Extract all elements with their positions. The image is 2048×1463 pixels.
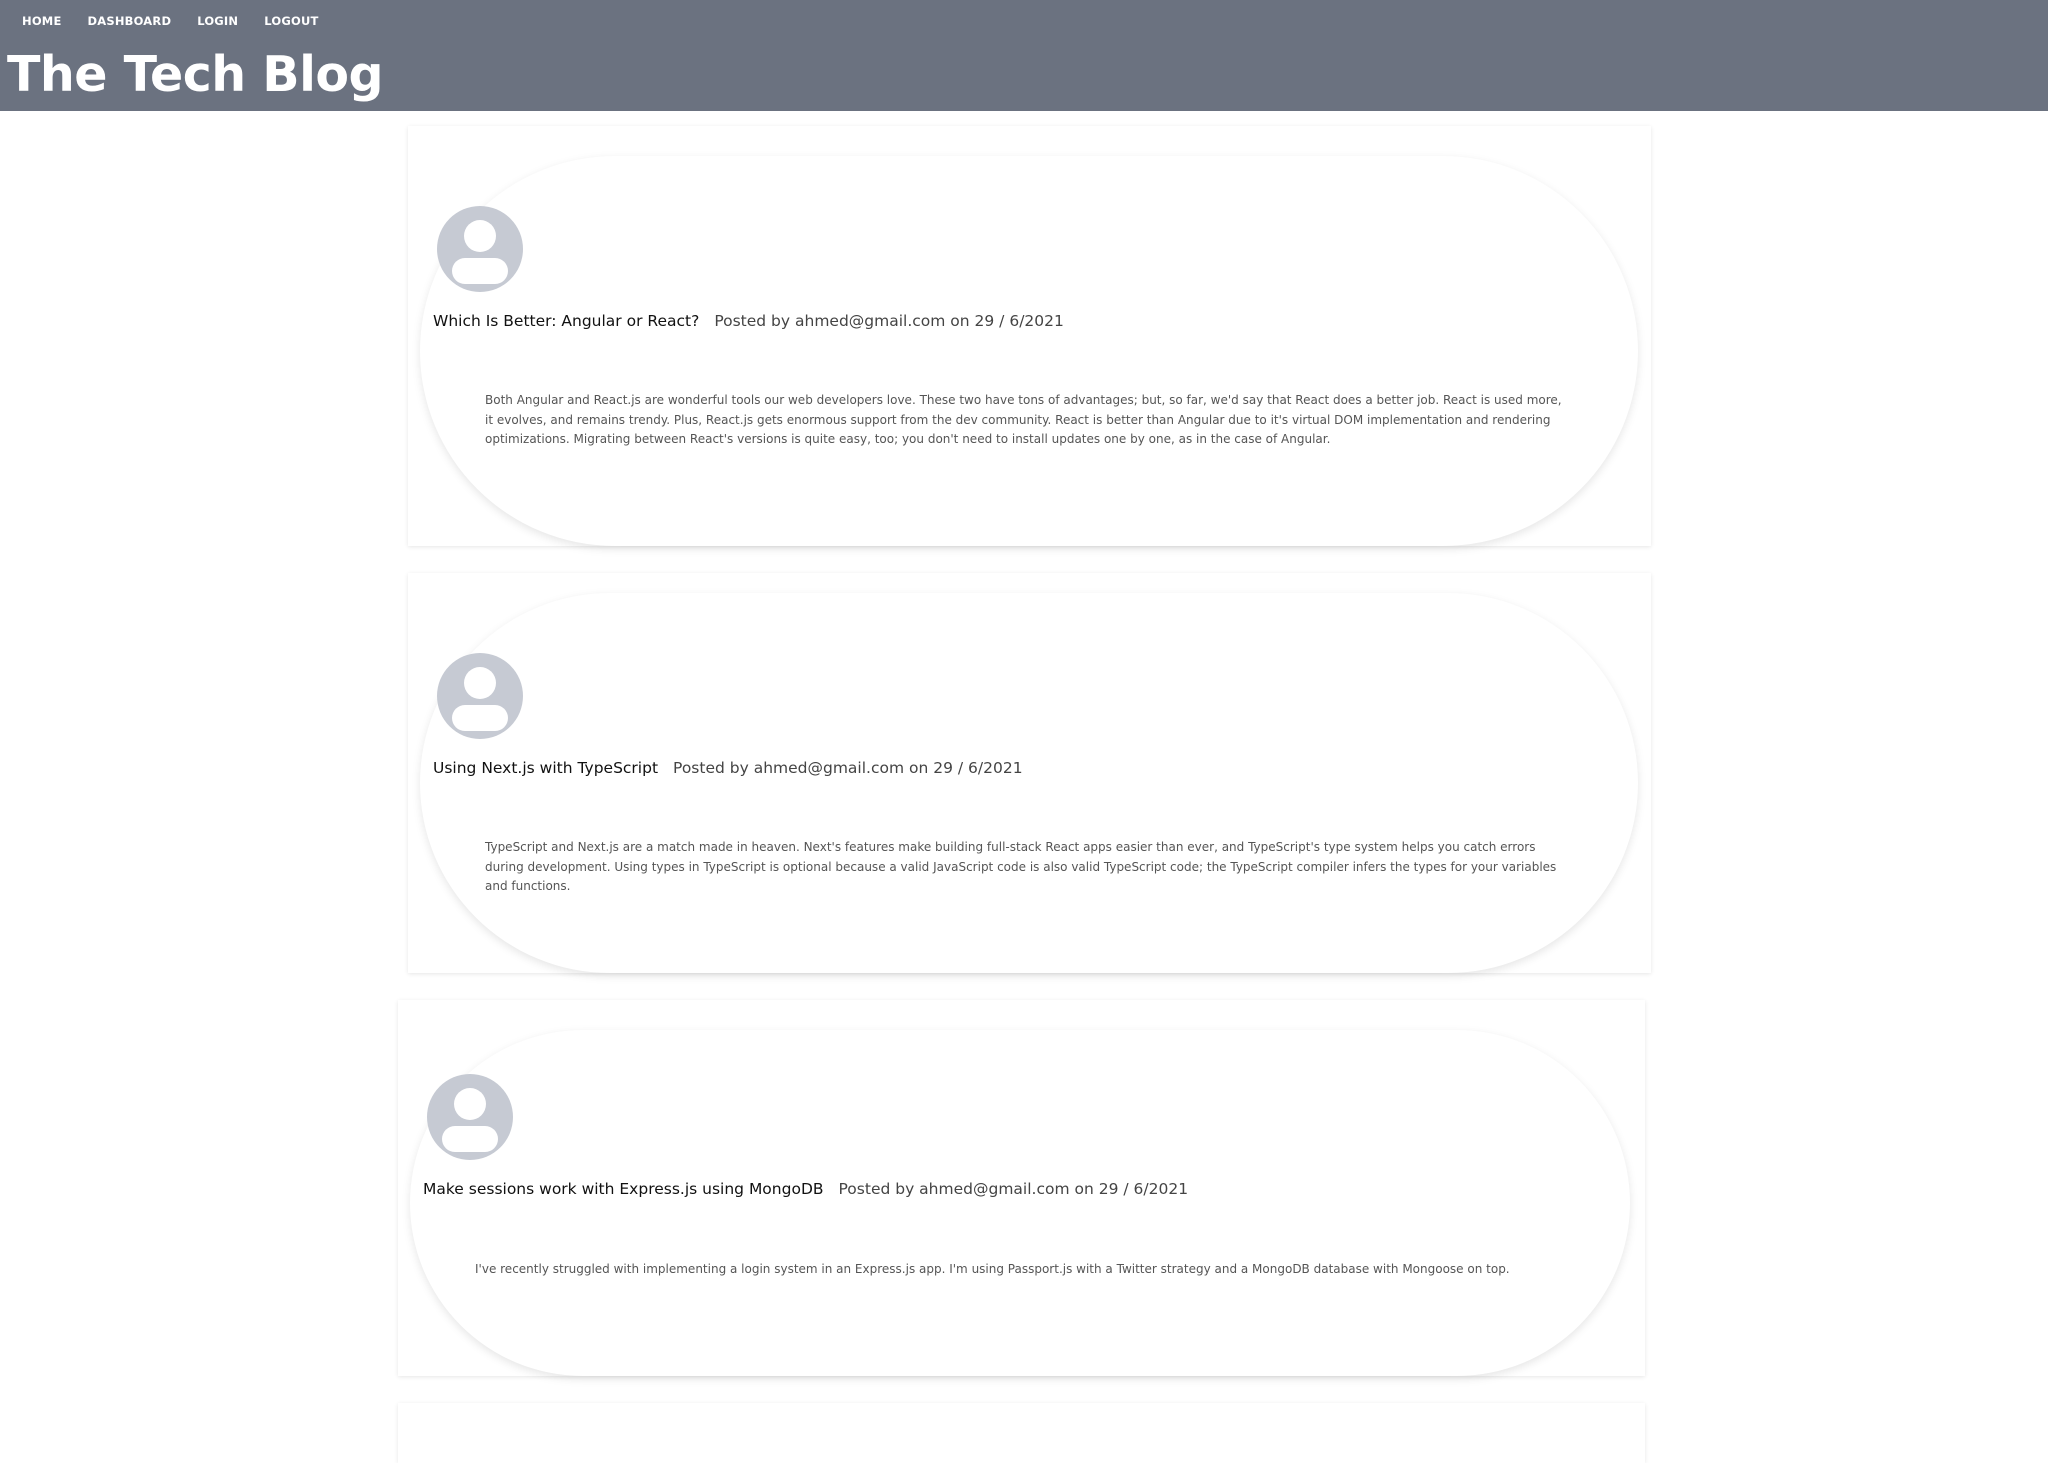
post-card[interactable] (398, 1403, 1645, 1463)
nav-login-link[interactable]: LOGIN (197, 14, 238, 28)
site-title: The Tech Blog (7, 46, 384, 103)
post-title[interactable]: Make sessions work with Express.js using… (423, 1180, 824, 1198)
post-card-bubble (420, 593, 1638, 973)
post-card[interactable]: Make sessions work with Express.js using… (398, 1000, 1645, 1376)
site-header: HOME DASHBOARD LOGIN LOGOUT The Tech Blo… (0, 0, 2048, 111)
post-card-bubble (420, 156, 1638, 546)
nav-logout-link[interactable]: LOGOUT (264, 14, 318, 28)
post-title[interactable]: Using Next.js with TypeScript (433, 759, 658, 777)
post-headline: Using Next.js with TypeScript Posted by a… (433, 759, 1023, 777)
user-avatar-icon (437, 653, 523, 739)
user-avatar-icon (427, 1074, 513, 1160)
post-content: Both Angular and React.js are wonderful … (485, 393, 1562, 446)
post-content: TypeScript and Next.js are a match made … (485, 840, 1557, 893)
post-card-bubble (410, 1030, 1630, 1376)
main-nav: HOME DASHBOARD LOGIN LOGOUT (22, 14, 345, 28)
post-headline: Make sessions work with Express.js using… (423, 1180, 1188, 1198)
post-meta: Posted by ahmed@gmail.com on 29 / 6/2021 (714, 312, 1064, 330)
post-card[interactable]: Using Next.js with TypeScript Posted by a… (408, 573, 1651, 973)
nav-home-link[interactable]: HOME (22, 14, 62, 28)
post-content: I've recently struggled with implementin… (475, 1262, 1510, 1276)
user-avatar-icon (437, 206, 523, 292)
post-meta: Posted by ahmed@gmail.com on 29 / 6/2021 (673, 759, 1023, 777)
post-meta: Posted by ahmed@gmail.com on 29 / 6/2021 (838, 1180, 1189, 1198)
nav-dashboard-link[interactable]: DASHBOARD (88, 14, 172, 28)
post-headline: Which Is Better: Angular or React? Posted… (433, 312, 1064, 330)
post-title[interactable]: Which Is Better: Angular or React? (433, 312, 699, 330)
post-card[interactable]: Which Is Better: Angular or React? Posted… (408, 126, 1651, 546)
